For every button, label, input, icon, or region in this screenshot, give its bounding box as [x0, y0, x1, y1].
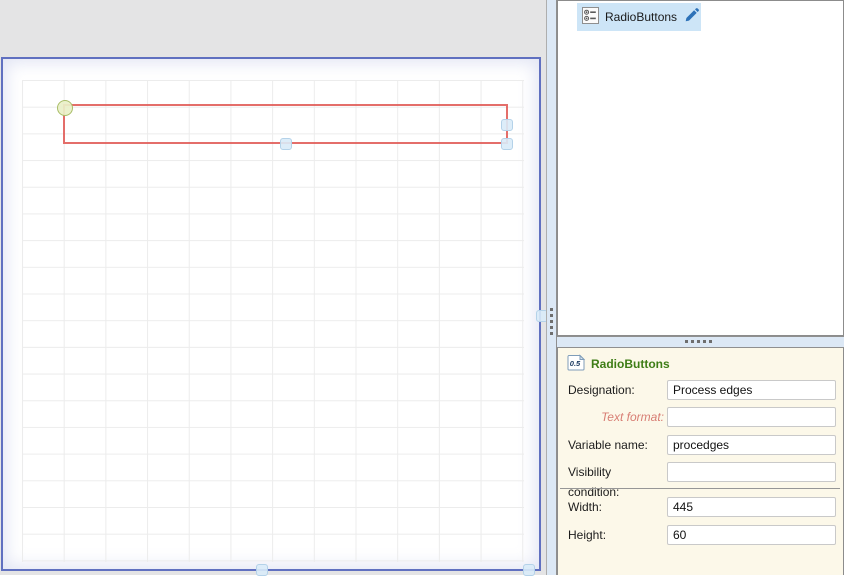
variable-name-input[interactable] [667, 435, 836, 455]
height-input[interactable] [667, 525, 836, 545]
vertical-splitter[interactable] [546, 0, 557, 575]
height-label: Height: [568, 528, 607, 542]
field-row-text-format: Text format: [558, 407, 843, 427]
element-tree-panel: RadioButtons [557, 0, 844, 336]
form-canvas[interactable] [1, 57, 541, 571]
splitter-grip-icon [685, 340, 712, 343]
designer-workspace [0, 0, 548, 576]
field-row-designation: Designation: [558, 380, 843, 400]
designation-input[interactable] [667, 380, 836, 400]
visibility-condition-input[interactable] [667, 462, 836, 482]
radiobuttons-icon [582, 7, 599, 27]
field-row-variable-name: Variable name: [558, 435, 843, 455]
width-label: Width: [568, 500, 603, 514]
text-format-label: Text format: [601, 410, 664, 424]
pencil-icon[interactable] [683, 7, 699, 27]
canvas-resize-handle-bottom-right[interactable] [523, 564, 535, 576]
svg-text:0.5: 0.5 [570, 359, 581, 368]
designation-label: Designation: [568, 383, 635, 397]
canvas-grid [22, 80, 524, 562]
splitter-grip-icon [550, 308, 553, 335]
field-row-visibility-condition: Visibility condition: [558, 462, 843, 499]
canvas-resize-handle-bottom[interactable] [256, 564, 268, 576]
tree-item-label: RadioButtons [605, 10, 678, 24]
field-row-height: Height: [558, 525, 843, 545]
tree-item-radiobuttons[interactable]: RadioButtons [577, 3, 701, 31]
variable-name-label: Variable name: [568, 438, 648, 452]
resize-handle-right-middle[interactable] [501, 119, 513, 131]
resize-handle-bottom-right[interactable] [501, 138, 513, 150]
resize-handle-bottom-center[interactable] [280, 138, 292, 150]
field-row-width: Width: [558, 497, 843, 517]
properties-panel: 0.5 RadioButtons Designation: Text forma… [557, 348, 844, 575]
text-format-input[interactable] [667, 407, 836, 427]
properties-divider [560, 488, 840, 489]
drag-origin-handle[interactable] [57, 100, 73, 116]
horizontal-splitter[interactable] [557, 336, 844, 348]
properties-title: RadioButtons [591, 357, 670, 371]
scale-badge-icon: 0.5 [567, 354, 586, 374]
visibility-condition-label: Visibility condition: [568, 465, 620, 499]
width-input[interactable] [667, 497, 836, 517]
